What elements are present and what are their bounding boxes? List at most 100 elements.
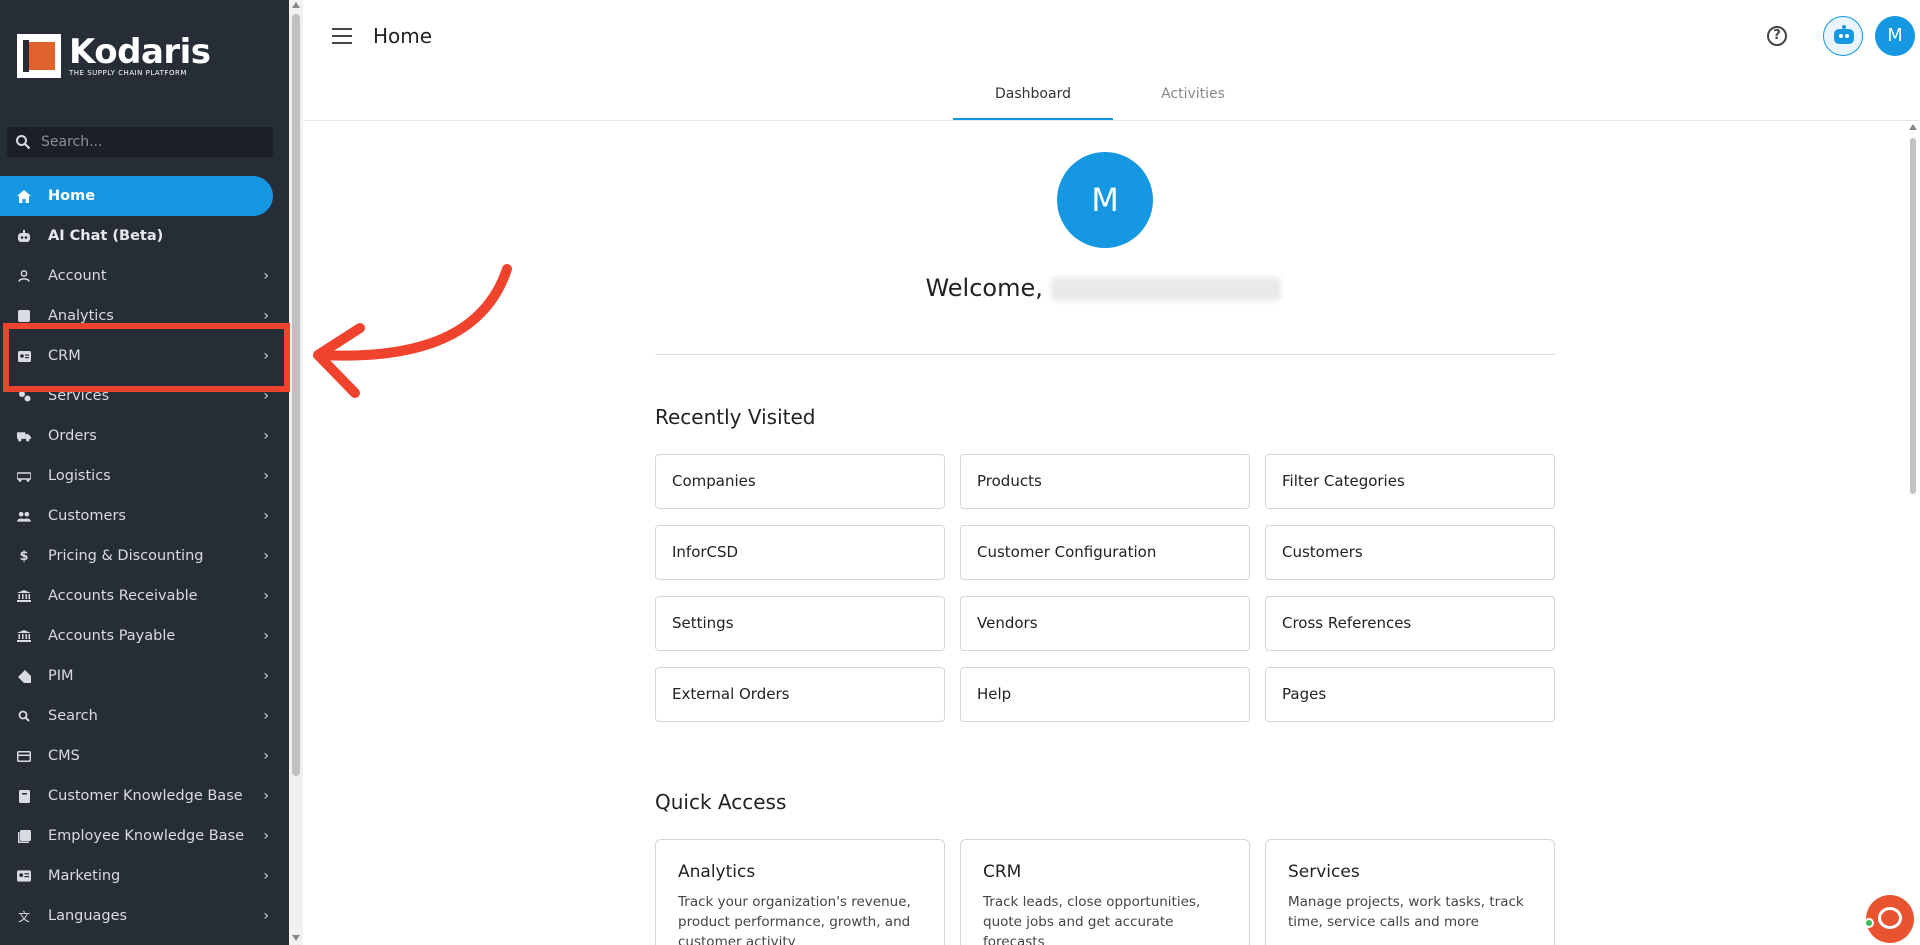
recent-card[interactable]: Filter Categories: [1265, 454, 1555, 509]
top-header: Home ? M Dashboard Activities: [303, 0, 1920, 121]
recent-card[interactable]: Customer Configuration: [960, 525, 1250, 580]
sidebar-item-accounts-receivable[interactable]: Accounts Receivable ›: [0, 576, 289, 616]
recent-card[interactable]: External Orders: [655, 667, 945, 722]
sidebar-item-logistics[interactable]: Logistics ›: [0, 456, 289, 496]
chevron-right-icon: ›: [263, 508, 269, 524]
sidebar-item-ai-chat[interactable]: AI Chat (Beta): [0, 216, 289, 256]
quick-access-card-desc: Track your organization's revenue, produ…: [678, 894, 911, 945]
sidebar-item-customer-kb[interactable]: Customer Knowledge Base ›: [0, 776, 289, 816]
menu-icon[interactable]: [332, 28, 352, 44]
redacted-username: [1050, 277, 1281, 301]
chevron-right-icon: ›: [263, 788, 269, 804]
search-icon: [17, 709, 31, 723]
sidebar-item-label: CMS: [48, 748, 80, 764]
quick-access-card-title: Analytics: [678, 862, 756, 882]
sidebar-item-account[interactable]: Account ›: [0, 256, 289, 296]
sidebar-item-label: AI Chat (Beta): [48, 228, 164, 244]
chevron-right-icon: ›: [263, 308, 269, 324]
person-icon: [17, 269, 31, 283]
robot-eye: [1839, 34, 1843, 38]
sidebar-item-customers[interactable]: Customers ›: [0, 496, 289, 536]
quick-access-card-analytics[interactable]: Analytics Track your organization's reve…: [655, 839, 945, 945]
help-icon[interactable]: ?: [1767, 26, 1787, 46]
kodaris-logo[interactable]: Kodaris THE SUPPLY CHAIN PLATFORM: [17, 34, 211, 78]
recent-card[interactable]: InforCSD: [655, 525, 945, 580]
user-avatar-button[interactable]: M: [1875, 16, 1915, 56]
quick-access-card-services[interactable]: Services Manage projects, work tasks, tr…: [1265, 839, 1555, 945]
kodaris-logo-mark-icon: [17, 34, 61, 78]
chevron-right-icon: ›: [263, 468, 269, 484]
sidebar-item-label: Logistics: [48, 468, 111, 484]
support-chat-button[interactable]: [1866, 895, 1914, 943]
highlight-box: [3, 323, 290, 392]
dollar-icon: $: [19, 548, 29, 564]
chevron-right-icon: ›: [263, 868, 269, 884]
sidebar-item-pim[interactable]: PIM ›: [0, 656, 289, 696]
chevron-right-icon: ›: [263, 548, 269, 564]
chevron-right-icon: ›: [263, 748, 269, 764]
main-scrollbar-thumb[interactable]: [1910, 138, 1916, 494]
scroll-up-arrow-icon[interactable]: [1909, 124, 1917, 130]
robot-eye: [1845, 34, 1849, 38]
sidebar-scrollbar-thumb[interactable]: [292, 14, 300, 776]
sidebar-item-employee-kb[interactable]: Employee Knowledge Base ›: [0, 816, 289, 856]
recent-card[interactable]: Vendors: [960, 596, 1250, 651]
sidebar-item-orders[interactable]: Orders ›: [0, 416, 289, 456]
tag-icon: [17, 669, 31, 683]
sidebar-item-label: PIM: [48, 668, 74, 684]
recent-card[interactable]: Products: [960, 454, 1250, 509]
sidebar-item-home[interactable]: Home: [0, 176, 273, 216]
online-status-dot: [1864, 918, 1874, 928]
quick-access-card-title: CRM: [983, 862, 1022, 882]
quick-access-card-desc: Track leads, close opportunities, quote …: [983, 894, 1201, 945]
recent-card[interactable]: Companies: [655, 454, 945, 509]
logo-name: Kodaris: [69, 32, 211, 72]
sidebar-item-cms[interactable]: CMS ›: [0, 736, 289, 776]
sidebar-search-input[interactable]: [41, 134, 241, 150]
sidebar-nav: Home AI Chat (Beta) Account › Analytics …: [0, 176, 289, 936]
page-title: Home: [373, 24, 433, 48]
recent-card[interactable]: Settings: [655, 596, 945, 651]
chevron-right-icon: ›: [263, 588, 269, 604]
sidebar-item-label: Customers: [48, 508, 126, 524]
sidebar-item-label: Pricing & Discounting: [48, 548, 204, 564]
sidebar-search[interactable]: [7, 127, 273, 157]
sidebar-item-label: Employee Knowledge Base: [48, 828, 245, 844]
dashboard-content: M Welcome, Recently Visited Companies Pr…: [303, 122, 1906, 945]
logistics-icon: [17, 469, 31, 483]
chevron-right-icon: ›: [263, 268, 269, 284]
cms-icon: [17, 749, 31, 763]
sidebar-item-label: Account: [48, 268, 107, 284]
scroll-up-arrow-icon[interactable]: [292, 2, 300, 8]
sidebar-item-pricing[interactable]: $ Pricing & Discounting ›: [0, 536, 289, 576]
quick-access-card-title: Services: [1288, 862, 1360, 882]
sidebar-item-search[interactable]: Search ›: [0, 696, 289, 736]
main-scrollbar[interactable]: [1906, 122, 1920, 945]
scroll-down-arrow-icon[interactable]: [292, 935, 300, 941]
quick-access-card-crm[interactable]: CRM Track leads, close opportunities, qu…: [960, 839, 1250, 945]
sidebar-item-marketing[interactable]: Marketing ›: [0, 856, 289, 896]
tab-bar: Dashboard Activities: [953, 76, 1273, 120]
sidebar-item-label: Search: [48, 708, 98, 724]
recent-card[interactable]: Help: [960, 667, 1250, 722]
tab-activities[interactable]: Activities: [1113, 76, 1273, 120]
translate-icon: 文: [17, 909, 30, 924]
recent-card[interactable]: Pages: [1265, 667, 1555, 722]
sidebar-scrollbar[interactable]: [289, 0, 303, 945]
book-icon: [17, 789, 31, 803]
sidebar-item-label: Customer Knowledge Base: [48, 788, 243, 804]
bank-icon: [17, 589, 31, 603]
recent-card[interactable]: Customers: [1265, 525, 1555, 580]
sidebar-item-label: Languages: [48, 908, 128, 924]
tab-dashboard[interactable]: Dashboard: [953, 76, 1113, 120]
ai-assistant-button[interactable]: [1823, 16, 1863, 56]
sidebar-item-languages[interactable]: 文 Languages ›: [0, 896, 289, 936]
chevron-right-icon: ›: [263, 908, 269, 924]
quick-access-card-desc: Manage projects, work tasks, track time,…: [1288, 894, 1524, 930]
bank-icon: [17, 629, 31, 643]
sidebar-item-label: Orders: [48, 428, 97, 444]
recent-card[interactable]: Cross References: [1265, 596, 1555, 651]
chart-icon: [17, 309, 31, 323]
sidebar-item-accounts-payable[interactable]: Accounts Payable ›: [0, 616, 289, 656]
people-icon: [17, 509, 31, 523]
